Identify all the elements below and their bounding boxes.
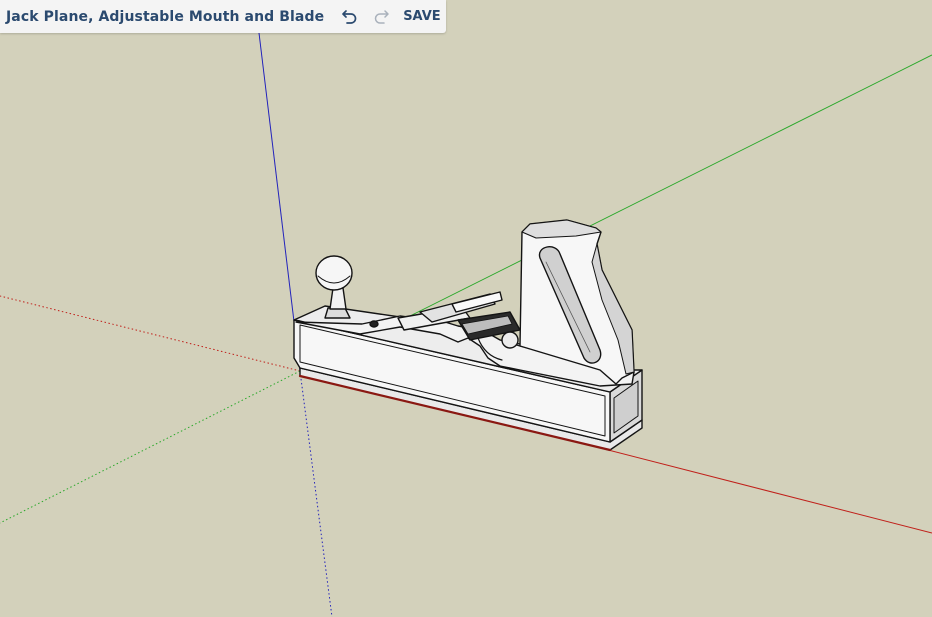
undo-icon [342,9,357,24]
redo-icon [374,9,389,24]
red-axis-negative [0,295,301,372]
knob-screw-hole [369,320,379,328]
blue-axis-negative [299,370,333,617]
model-title: Jack Plane, Adjustable Mouth and Blade [6,8,325,25]
title-bar: Jack Plane, Adjustable Mouth and Blade S… [0,0,446,33]
jack-plane-model[interactable] [293,219,643,452]
3d-viewport[interactable] [0,0,932,617]
knob-stem [329,287,347,310]
knob-ball [315,255,353,291]
undo-button[interactable] [340,0,360,33]
green-axis-negative [0,370,301,524]
redo-button[interactable] [371,0,391,33]
modeling-canvas[interactable] [0,0,932,617]
save-button[interactable]: SAVE [403,0,440,33]
adjust-wheel [501,331,519,349]
